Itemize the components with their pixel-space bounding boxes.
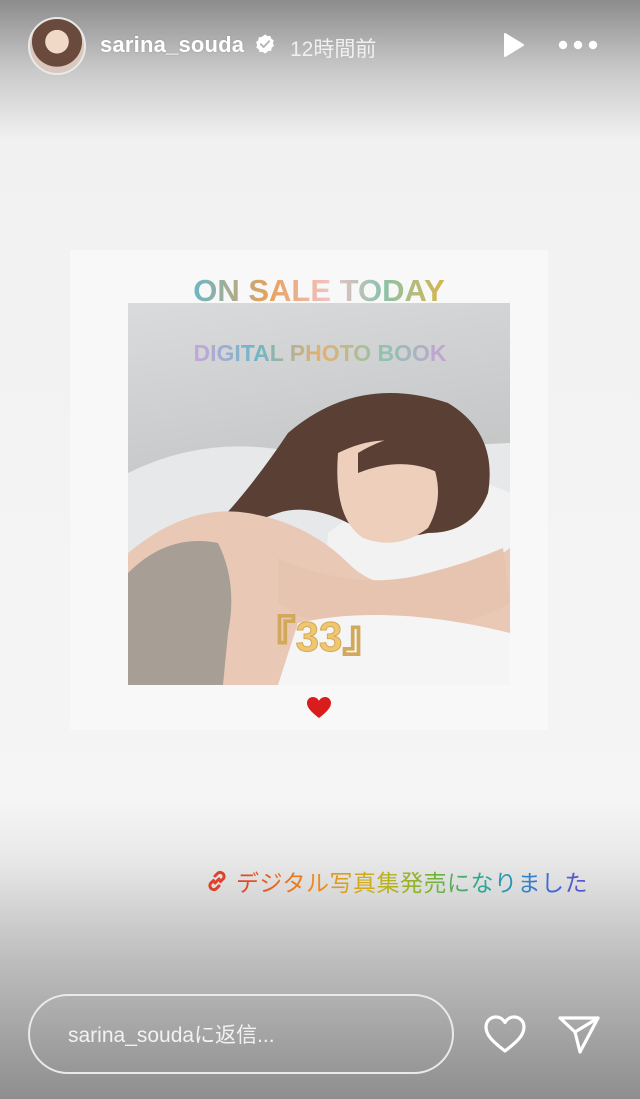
verified-badge-icon [256,34,274,54]
reply-field[interactable] [28,994,454,1074]
book-title: 『33』 [254,613,385,660]
more-icon[interactable] [556,34,600,56]
reply-input[interactable] [66,1020,440,1052]
story-header: sarina_souda 12時間前 [0,0,640,92]
story-viewer: sarina_souda 12時間前 『33』 ON SALE TODAY DI… [0,0,640,1099]
timestamp: 12時間前 [290,38,377,61]
subheadline-banner: DIGITAL PHOTO BOOK [193,340,446,366]
send-icon[interactable] [556,1012,602,1056]
headline-text: ON SALE TODAY [193,273,445,308]
avatar[interactable] [28,17,86,75]
link-sticker-text: デジタル写真集発売になりました [236,864,588,898]
heart-icon [307,697,331,718]
subheadline-text: DIGITAL PHOTO BOOK [193,340,446,366]
link-icon [208,870,226,892]
headline-banner: ON SALE TODAY [193,273,445,308]
heart-outline-icon[interactable] [482,1012,528,1056]
link-sticker[interactable]: デジタル写真集発売になりました [204,866,588,896]
play-icon[interactable] [498,30,528,60]
username[interactable]: sarina_souda [100,32,244,58]
